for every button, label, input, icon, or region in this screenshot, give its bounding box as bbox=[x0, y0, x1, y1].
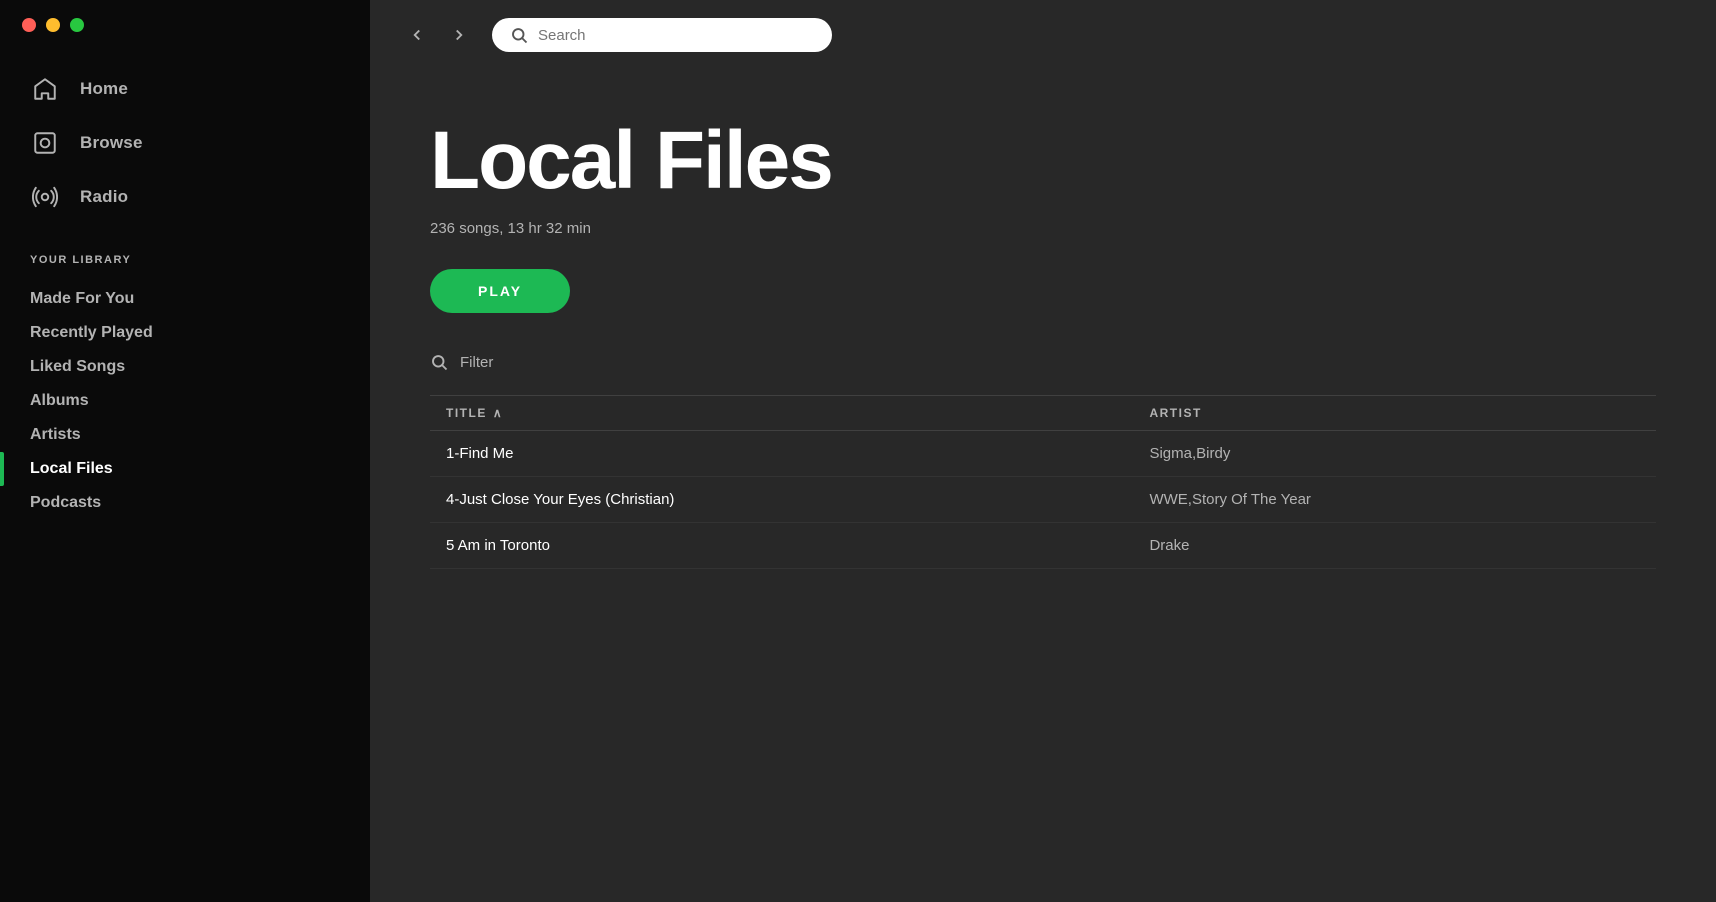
sidebar-item-podcasts[interactable]: Podcasts bbox=[30, 486, 340, 520]
sidebar-item-recently-played[interactable]: Recently Played bbox=[30, 316, 340, 350]
content-area: Local Files 236 songs, 13 hr 32 min PLAY… bbox=[370, 70, 1716, 902]
liked-songs-label: Liked Songs bbox=[30, 358, 125, 376]
main-content: Local Files 236 songs, 13 hr 32 min PLAY… bbox=[370, 0, 1716, 902]
topbar bbox=[370, 0, 1716, 70]
local-files-label: Local Files bbox=[30, 460, 113, 478]
table-row[interactable]: 5 Am in Toronto Drake bbox=[430, 523, 1656, 569]
sidebar-item-made-for-you[interactable]: Made For You bbox=[30, 282, 340, 316]
maximize-button[interactable] bbox=[70, 18, 84, 32]
filter-search-icon bbox=[430, 353, 448, 371]
table-row[interactable]: 4-Just Close Your Eyes (Christian) WWE,S… bbox=[430, 477, 1656, 523]
home-icon bbox=[30, 74, 60, 104]
close-button[interactable] bbox=[22, 18, 36, 32]
tracks-list: 1-Find Me Sigma,Birdy 4-Just Close Your … bbox=[430, 431, 1656, 569]
title-column-header[interactable]: TITLE ∧ bbox=[430, 396, 1133, 431]
titlebar bbox=[0, 0, 370, 42]
play-button[interactable]: PLAY bbox=[430, 269, 570, 313]
sidebar-item-local-files[interactable]: Local Files bbox=[30, 452, 340, 486]
search-input[interactable] bbox=[538, 27, 814, 44]
track-title: 4-Just Close Your Eyes (Christian) bbox=[430, 477, 1133, 523]
library-section: YOUR LIBRARY Made For You Recently Playe… bbox=[0, 234, 370, 530]
made-for-you-label: Made For You bbox=[30, 290, 134, 308]
sidebar-item-albums[interactable]: Albums bbox=[30, 384, 340, 418]
track-artist: WWE,Story Of The Year bbox=[1133, 477, 1656, 523]
sidebar-item-artists[interactable]: Artists bbox=[30, 418, 340, 452]
artist-column-header[interactable]: ARTIST bbox=[1133, 396, 1656, 431]
page-meta: 236 songs, 13 hr 32 min bbox=[430, 220, 1656, 237]
browse-icon bbox=[30, 128, 60, 158]
sort-arrow-icon: ∧ bbox=[493, 406, 503, 420]
sidebar-item-liked-songs[interactable]: Liked Songs bbox=[30, 350, 340, 384]
sidebar-item-label-home: Home bbox=[80, 79, 128, 99]
minimize-button[interactable] bbox=[46, 18, 60, 32]
podcasts-label: Podcasts bbox=[30, 494, 101, 512]
tracks-table-header: TITLE ∧ ARTIST bbox=[430, 396, 1656, 431]
artists-label: Artists bbox=[30, 426, 81, 444]
albums-label: Albums bbox=[30, 392, 89, 410]
sidebar-item-home[interactable]: Home bbox=[0, 62, 370, 116]
forward-button[interactable] bbox=[442, 18, 476, 52]
sidebar-item-browse[interactable]: Browse bbox=[0, 116, 370, 170]
tracks-table: TITLE ∧ ARTIST 1-Find Me Sigma,Birdy 4-J… bbox=[430, 395, 1656, 569]
radio-icon bbox=[30, 182, 60, 212]
track-title: 5 Am in Toronto bbox=[430, 523, 1133, 569]
sidebar: Home Browse Ra bbox=[0, 0, 370, 902]
page-title: Local Files bbox=[430, 120, 1656, 202]
search-bar[interactable] bbox=[492, 18, 832, 52]
filter-input[interactable] bbox=[460, 354, 660, 371]
filter-bar bbox=[430, 353, 1656, 379]
table-row[interactable]: 1-Find Me Sigma,Birdy bbox=[430, 431, 1656, 477]
library-heading: YOUR LIBRARY bbox=[30, 254, 340, 266]
navigation-arrows bbox=[400, 18, 476, 52]
track-artist: Sigma,Birdy bbox=[1133, 431, 1656, 477]
track-artist: Drake bbox=[1133, 523, 1656, 569]
sidebar-item-label-browse: Browse bbox=[80, 133, 143, 153]
sidebar-item-radio[interactable]: Radio bbox=[0, 170, 370, 224]
main-nav: Home Browse Ra bbox=[0, 42, 370, 234]
search-icon bbox=[510, 26, 528, 44]
sidebar-item-label-radio: Radio bbox=[80, 187, 128, 207]
back-button[interactable] bbox=[400, 18, 434, 52]
track-title: 1-Find Me bbox=[430, 431, 1133, 477]
recently-played-label: Recently Played bbox=[30, 324, 153, 342]
